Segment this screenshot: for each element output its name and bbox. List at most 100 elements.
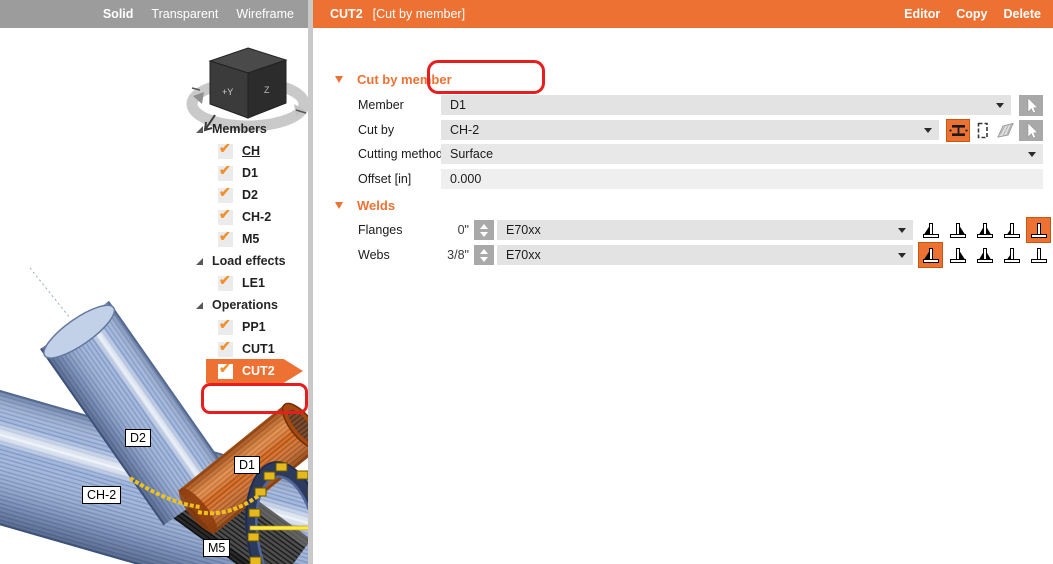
member-label-d2: D2 (125, 429, 151, 447)
checkbox-ch[interactable]: ✔ (218, 140, 233, 159)
tree-group-operations[interactable]: Operations (190, 294, 311, 316)
check-icon: ✔ (219, 359, 231, 376)
webs-weld-butt-button[interactable] (1027, 243, 1050, 267)
checkbox-pp1[interactable]: ✔ (218, 316, 233, 335)
chevron-down-icon[interactable] (898, 228, 906, 233)
cutby-select[interactable]: CH-2 (441, 120, 939, 140)
copy-button[interactable]: Copy (956, 7, 987, 21)
svg-text:+Y: +Y (222, 87, 233, 97)
member-select[interactable]: D1 (441, 95, 1011, 115)
member-label-d1: D1 (234, 456, 260, 474)
flanges-weld-fillet-left-button[interactable] (919, 218, 942, 242)
tree-group-load-effects[interactable]: Load effects (190, 250, 311, 272)
chevron-down-icon[interactable] (1028, 152, 1036, 157)
cut-shape-hollow-button[interactable] (971, 120, 993, 141)
flanges-weld-fillet-right-button[interactable] (946, 218, 969, 242)
flanges-weld-butt-button[interactable] (1026, 217, 1051, 243)
check-icon: ✔ (219, 315, 231, 332)
webs-row-label: Webs (358, 248, 390, 262)
view-mode-transparent[interactable]: Transparent (151, 7, 218, 21)
selected-operation-banner[interactable]: ✔ CUT2 (206, 359, 303, 383)
checkbox-d1[interactable]: ✔ (218, 162, 233, 181)
cut-shape-plate-button[interactable] (994, 120, 1016, 141)
tree-item-d2[interactable]: ✔ D2 (190, 184, 311, 206)
collapse-triangle-icon[interactable] (335, 202, 343, 209)
properties-panel: Cut by member Member D1 Cut by CH-2 Cutt… (313, 28, 1053, 564)
editor-button[interactable]: Editor (904, 7, 940, 21)
fillet-small-icon (1003, 248, 1020, 263)
checkbox-m5[interactable]: ✔ (218, 228, 233, 247)
check-icon: ✔ (219, 205, 231, 222)
offset-input[interactable]: 0.000 (441, 169, 1043, 189)
checkbox-cut2[interactable]: ✔ (218, 360, 233, 379)
beam-section-icon (949, 125, 967, 136)
section-welds[interactable]: Welds (335, 198, 395, 213)
expander-icon[interactable] (196, 257, 203, 265)
plate-icon (996, 122, 1014, 138)
step-down-icon[interactable] (480, 256, 488, 262)
tree-item-ch[interactable]: ✔ CH (190, 140, 311, 162)
cursor-arrow-icon (1027, 97, 1039, 114)
tree-item-m5[interactable]: ✔ M5 (190, 228, 311, 250)
checkbox-cut1[interactable]: ✔ (218, 338, 233, 357)
member-row-label: Member (358, 98, 404, 112)
fillet-small-icon (1003, 223, 1020, 238)
flanges-size-stepper[interactable] (474, 220, 494, 240)
webs-weld-fillet-small-button[interactable] (1000, 243, 1023, 267)
member-label-m5: M5 (203, 539, 231, 557)
webs-electrode-select[interactable]: E70xx (497, 245, 913, 265)
hollow-section-icon (977, 122, 988, 139)
panel-divider[interactable] (308, 0, 313, 564)
expander-icon[interactable] (196, 301, 203, 309)
fillet-right-icon (949, 248, 966, 263)
cutby-row-label: Cut by (358, 123, 395, 137)
flanges-weld-fillet-small-button[interactable] (1000, 218, 1023, 242)
checkbox-ch2[interactable]: ✔ (218, 206, 233, 225)
tree-item-le1[interactable]: ✔ LE1 (190, 272, 311, 294)
flanges-electrode-select[interactable]: E70xx (497, 220, 913, 240)
tree-item-pp1[interactable]: ✔ PP1 (190, 316, 311, 338)
cut-shape-beam-button[interactable] (946, 119, 970, 142)
butt-weld-icon (1030, 248, 1047, 263)
pick-member-button[interactable] (1019, 95, 1043, 116)
view-mode-bar: Solid Transparent Wireframe (0, 0, 308, 28)
check-icon: ✔ (219, 337, 231, 354)
section-cut-by-member[interactable]: Cut by member (335, 72, 452, 87)
chevron-down-icon[interactable] (996, 103, 1004, 108)
fillet-right-icon (949, 223, 966, 238)
chevron-down-icon[interactable] (898, 253, 906, 258)
chevron-down-icon[interactable] (924, 128, 932, 133)
check-icon: ✔ (219, 227, 231, 244)
check-icon: ✔ (219, 183, 231, 200)
step-down-icon[interactable] (480, 231, 488, 237)
flanges-size-input[interactable]: 0" (437, 220, 469, 240)
checkbox-d2[interactable]: ✔ (218, 184, 233, 203)
tree-item-cut1[interactable]: ✔ CUT1 (190, 338, 311, 360)
webs-weld-fillet-left-button[interactable] (918, 242, 943, 268)
cutting-method-select[interactable]: Surface (441, 144, 1043, 164)
tree-item-cut2-selected[interactable]: ✔ CUT2 (190, 359, 311, 383)
delete-button[interactable]: Delete (1003, 7, 1041, 21)
svg-text:Z: Z (264, 85, 270, 95)
tree-item-ch2[interactable]: ✔ CH-2 (190, 206, 311, 228)
webs-size-input[interactable]: 3/8" (437, 245, 469, 265)
step-up-icon[interactable] (480, 223, 488, 229)
webs-weld-fillet-right-button[interactable] (946, 243, 969, 267)
tree-item-d1[interactable]: ✔ D1 (190, 162, 311, 184)
expander-icon[interactable] (196, 125, 203, 133)
tree-group-members[interactable]: Members (190, 118, 311, 140)
view-mode-wireframe[interactable]: Wireframe (236, 7, 294, 21)
cursor-arrow-icon (1027, 122, 1039, 139)
view-mode-solid[interactable]: Solid (103, 7, 134, 21)
check-icon: ✔ (219, 161, 231, 178)
collapse-triangle-icon[interactable] (335, 76, 343, 83)
checkbox-le1[interactable]: ✔ (218, 272, 233, 291)
fillet-left-icon (922, 223, 939, 238)
operation-subtitle: [Cut by member] (372, 7, 466, 21)
member-label-ch2: CH-2 (82, 486, 122, 504)
pick-cutby-button[interactable] (1019, 120, 1043, 141)
webs-weld-fillet-both-button[interactable] (973, 243, 996, 267)
step-up-icon[interactable] (480, 248, 488, 254)
webs-size-stepper[interactable] (474, 245, 494, 265)
flanges-weld-fillet-both-button[interactable] (973, 218, 996, 242)
